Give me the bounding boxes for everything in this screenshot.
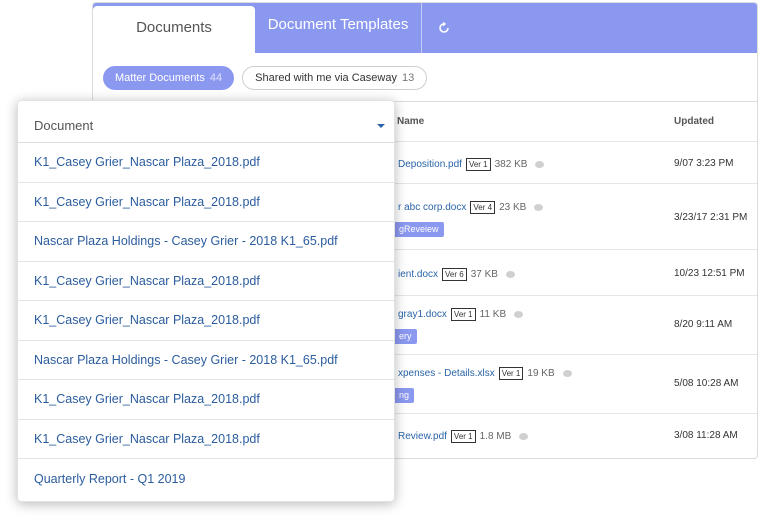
filter-count: 13: [401, 72, 415, 84]
dropdown-option[interactable]: K1_Casey Grier_Nascar Plaza_2018.pdf: [18, 262, 394, 301]
comment-icon[interactable]: [505, 271, 515, 278]
filter-pills: Matter Documents 44 Shared with me via C…: [103, 66, 428, 90]
version-badge: Ver 4: [470, 201, 496, 214]
file-link[interactable]: ient.docx: [398, 269, 438, 280]
dropdown-option[interactable]: Nascar Plaza Holdings - Casey Grier - 20…: [18, 222, 394, 262]
tab-bar: Documents Document Templates: [93, 3, 757, 53]
comment-icon[interactable]: [562, 370, 572, 377]
filter-count: 44: [209, 72, 223, 84]
refresh-button[interactable]: [421, 3, 465, 53]
file-size: 23 KB: [499, 202, 527, 213]
version-badge: Ver 6: [442, 268, 467, 281]
comment-icon[interactable]: [534, 204, 544, 211]
name-cell: r abc corp.docx Ver 4 23 KB: [398, 201, 544, 214]
file-size: 19 KB: [527, 368, 555, 379]
version-badge: Ver 1: [450, 430, 476, 443]
column-header-name[interactable]: Name: [397, 116, 424, 127]
updated-time: 3/08 11:28 AM: [674, 430, 738, 441]
filter-label: Matter Documents: [115, 72, 205, 84]
version-badge: Ver 1: [450, 308, 476, 321]
updated-time: 8/20 9:11 AM: [674, 319, 733, 330]
filter-label: Shared with me via Caseway: [255, 72, 397, 84]
comment-icon[interactable]: [519, 433, 529, 440]
filter-shared-with-me[interactable]: Shared with me via Caseway 13: [242, 66, 428, 90]
file-size: 382 KB: [494, 159, 528, 170]
tag-badge: gReveiew: [393, 222, 444, 237]
dropdown-title: Document: [34, 118, 94, 133]
refresh-icon: [438, 21, 449, 33]
column-header-updated[interactable]: Updated: [674, 116, 714, 127]
dropdown-option[interactable]: K1_Casey Grier_Nascar Plaza_2018.pdf: [18, 380, 394, 420]
dropdown-option[interactable]: Quarterly Report - Q1 2019: [18, 459, 394, 499]
dropdown-option[interactable]: K1_Casey Grier_Nascar Plaza_2018.pdf: [18, 420, 394, 459]
updated-time: 5/08 10:28 AM: [674, 378, 739, 389]
dropdown-header[interactable]: Document: [18, 101, 394, 143]
version-badge: Ver 1: [498, 367, 524, 380]
updated-time: 3/23/17 2:31 PM: [674, 212, 748, 223]
name-cell: Review.pdf Ver 1 1.8 MB: [398, 430, 529, 443]
dropdown-option[interactable]: K1_Casey Grier_Nascar Plaza_2018.pdf: [18, 301, 394, 341]
file-link[interactable]: r abc corp.docx: [398, 202, 466, 213]
tag-badge: ng: [393, 388, 415, 403]
dropdown-option[interactable]: K1_Casey Grier_Nascar Plaza_2018.pdf: [18, 183, 394, 222]
file-size: 37 KB: [470, 269, 498, 280]
caret-down-icon[interactable]: [377, 124, 385, 128]
comment-icon[interactable]: [514, 311, 524, 318]
file-size: 11 KB: [479, 309, 507, 320]
file-link[interactable]: xpenses - Details.xlsx: [398, 368, 495, 379]
filter-matter-documents[interactable]: Matter Documents 44: [103, 66, 235, 90]
updated-time: 10/23 12:51 PM: [674, 268, 745, 279]
tab-document-templates[interactable]: Document Templates: [255, 3, 421, 53]
document-dropdown[interactable]: Document K1_Casey Grier_Nascar Plaza_201…: [17, 100, 395, 502]
tag-badge: ery: [393, 329, 417, 344]
name-cell: ient.docx Ver 6 37 KB: [398, 268, 515, 281]
updated-time: 9/07 3:23 PM: [674, 158, 734, 169]
comment-icon[interactable]: [535, 161, 545, 168]
file-size: 1.8 MB: [479, 431, 512, 442]
dropdown-option[interactable]: K1_Casey Grier_Nascar Plaza_2018.pdf: [18, 143, 394, 183]
file-link[interactable]: gray1.docx: [398, 309, 447, 320]
file-link[interactable]: Review.pdf: [398, 431, 447, 442]
version-badge: Ver 1: [465, 158, 491, 171]
name-cell: Deposition.pdf Ver 1 382 KB: [398, 158, 545, 171]
file-link[interactable]: Deposition.pdf: [398, 159, 462, 170]
tab-documents[interactable]: Documents: [93, 6, 255, 53]
name-cell: xpenses - Details.xlsx Ver 1 19 KB: [398, 367, 572, 380]
dropdown-option[interactable]: Nascar Plaza Holdings - Casey Grier - 20…: [18, 341, 394, 380]
name-cell: gray1.docx Ver 1 11 KB: [398, 308, 524, 321]
